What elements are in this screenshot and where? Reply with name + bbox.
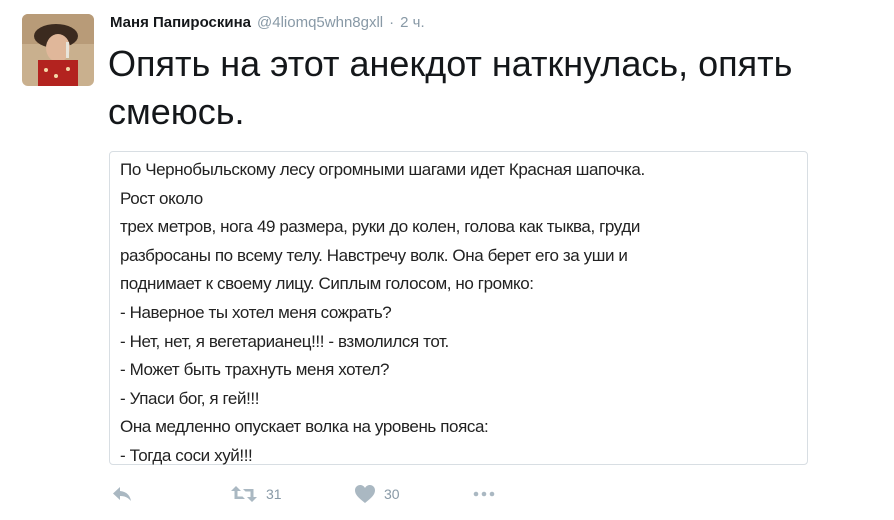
tweet-timestamp[interactable]: 2 ч. [400,14,425,31]
header-separator: · [389,14,395,31]
reply-button[interactable] [110,484,134,504]
like-count: 30 [384,486,400,502]
card-text-line: Рост около [120,188,203,208]
card-text-line: поднимает к своему лицу. Сиплым голосом,… [120,274,534,294]
card-text-line: трех метров, нога 49 размера, руки до ко… [120,217,640,237]
more-icon [472,484,496,504]
author-handle[interactable]: @4liomq5whn8gxll [257,14,383,31]
card-text-line: - Нет, нет, я вегетарианец!!! - взмолилс… [120,331,449,351]
tweet-actions: 31 30 [110,484,530,512]
author-name[interactable]: Маня Папироскина [110,14,251,31]
card-text-line: - Наверное ты хотел меня сожрать? [120,302,392,322]
card-text-line: - Тогда соси хуй!!! [120,445,253,465]
more-button[interactable] [472,484,496,504]
retweet-icon [230,484,258,504]
tweet-header: Маня Папироскина @4liomq5whn8gxll · 2 ч. [110,14,425,31]
reply-icon [110,484,134,504]
card-text-line: разбросаны по всему телу. Навстречу волк… [120,245,628,265]
like-button[interactable]: 30 [354,484,400,504]
tweet-image-card[interactable]: По Чернобыльскому лесу огромными шагами … [109,151,808,465]
card-text-line: - Может быть трахнуть меня хотел? [120,360,390,380]
retweet-count: 31 [266,486,282,502]
card-text-line: По Чернобыльскому лесу огромными шагами … [120,160,645,179]
card-text-line: - Упаси бог, я гей!!! [120,388,260,408]
heart-icon [354,484,376,504]
tweet-text: Опять на этот анекдот наткнулась, опять … [108,43,793,132]
card-text-line: Она медленно опускает волка на уровень п… [120,417,489,437]
avatar[interactable] [22,14,94,86]
retweet-button[interactable]: 31 [230,484,282,504]
